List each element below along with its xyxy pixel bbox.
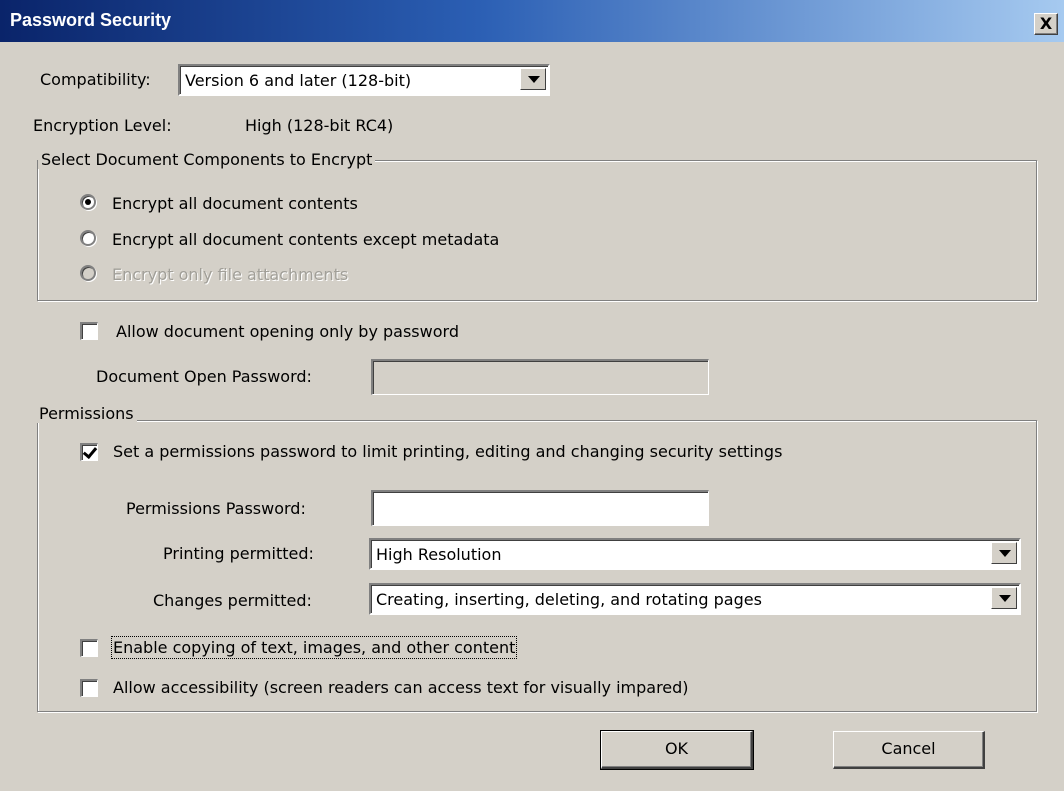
set-permissions-password-label[interactable]: Set a permissions password to limit prin… [113, 442, 782, 461]
allow-accessibility-label[interactable]: Allow accessibility (screen readers can … [113, 678, 689, 697]
chevron-down-icon[interactable] [520, 68, 546, 90]
checkmark-icon [82, 443, 98, 460]
components-group-legend: Select Document Components to Encrypt [38, 150, 376, 169]
set-permissions-password-checkbox[interactable] [80, 443, 98, 461]
printing-permitted-label: Printing permitted: [163, 544, 314, 563]
permissions-password-field[interactable] [371, 490, 709, 526]
allow-accessibility-checkbox[interactable] [80, 679, 98, 697]
permissions-group-legend: Permissions [36, 404, 137, 423]
chevron-down-icon[interactable] [991, 542, 1017, 564]
compatibility-value: Version 6 and later (128-bit) [185, 71, 412, 90]
radio-encrypt-except-metadata[interactable] [80, 230, 96, 246]
printing-permitted-value: High Resolution [376, 545, 502, 564]
cancel-button[interactable]: Cancel [833, 731, 985, 769]
radio-encrypt-all-label[interactable]: Encrypt all document contents [112, 194, 358, 213]
compatibility-dropdown[interactable]: Version 6 and later (128-bit) [178, 64, 550, 96]
compatibility-label: Compatibility: [40, 70, 151, 89]
radio-encrypt-attachments [80, 265, 96, 281]
close-button[interactable]: X [1034, 13, 1058, 35]
changes-permitted-dropdown[interactable]: Creating, inserting, deleting, and rotat… [369, 583, 1021, 615]
ok-button[interactable]: OK [600, 730, 754, 770]
allow-open-password-label[interactable]: Allow document opening only by password [116, 322, 459, 341]
encryption-level-label: Encryption Level: [33, 116, 172, 135]
radio-encrypt-attachments-label: Encrypt only file attachments [112, 265, 349, 284]
document-open-password-field [371, 359, 709, 395]
close-icon: X [1039, 14, 1053, 33]
radio-encrypt-all[interactable] [80, 194, 96, 210]
radio-encrypt-except-metadata-label[interactable]: Encrypt all document contents except met… [112, 230, 499, 249]
printing-permitted-dropdown[interactable]: High Resolution [369, 538, 1021, 570]
radio-selected-dot [85, 199, 91, 205]
allow-open-password-checkbox[interactable] [80, 322, 98, 340]
document-open-password-label: Document Open Password: [96, 367, 312, 386]
permissions-password-label: Permissions Password: [126, 499, 306, 518]
changes-permitted-label: Changes permitted: [153, 591, 312, 610]
changes-permitted-value: Creating, inserting, deleting, and rotat… [376, 590, 762, 609]
chevron-down-icon[interactable] [991, 587, 1017, 609]
window-title: Password Security [10, 10, 172, 30]
enable-copying-checkbox[interactable] [80, 639, 98, 657]
enable-copying-label[interactable]: Enable copying of text, images, and othe… [110, 636, 518, 659]
encryption-level-value: High (128-bit RC4) [245, 116, 394, 135]
